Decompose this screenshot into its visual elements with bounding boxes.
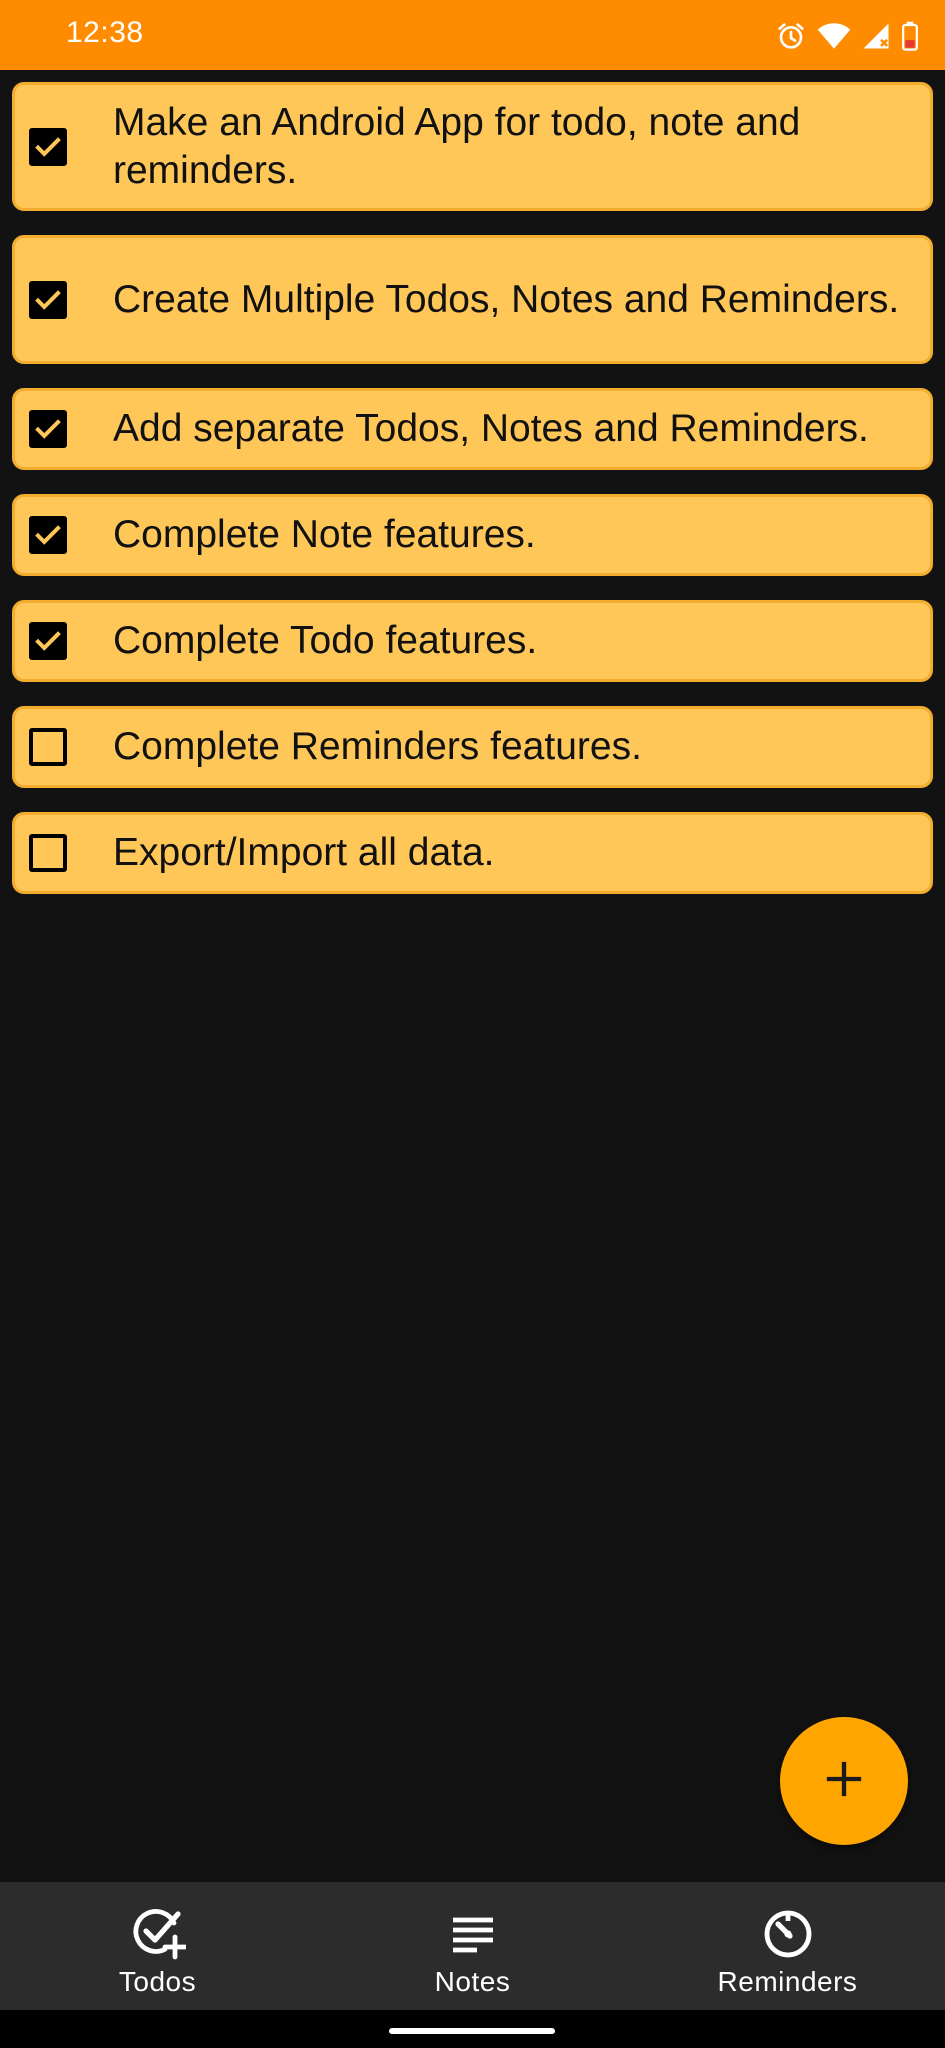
todo-list: Make an Android App for todo, note and r… (12, 82, 933, 918)
checkmark-icon (35, 136, 61, 157)
checkmark-icon (35, 289, 61, 310)
nav-label: Reminders (717, 1966, 858, 1997)
todo-text: Complete Reminders features. (113, 725, 642, 768)
todo-checkbox[interactable] (29, 834, 67, 872)
checkmark-icon (35, 631, 61, 651)
todo-text: Export/Import all data. (113, 831, 495, 874)
todo-checkbox[interactable] (29, 622, 67, 660)
todo-text: Add separate Todos, Notes and Reminders. (113, 407, 869, 450)
nav-item-todos[interactable]: Todos (0, 1882, 315, 2010)
check-circle-add-icon (130, 1904, 186, 1960)
checkmark-icon (35, 525, 61, 545)
todo-item[interactable]: Complete Note features. (12, 494, 933, 576)
notes-lines-icon (445, 1904, 501, 1960)
plus-icon (824, 1759, 864, 1804)
todo-text: Complete Todo features. (113, 619, 538, 662)
todo-checkbox[interactable] (29, 410, 67, 448)
status-time: 12:38 (66, 16, 144, 49)
timer-icon (760, 1904, 816, 1960)
todo-checkbox[interactable] (29, 516, 67, 554)
gesture-navigation-area (0, 2010, 945, 2048)
todo-text: Create Multiple Todos, Notes and Reminde… (113, 277, 900, 321)
status-bar: 12:38 (0, 0, 945, 70)
todo-text: Complete Note features. (113, 513, 536, 556)
todo-item[interactable]: Add separate Todos, Notes and Reminders. (12, 388, 933, 470)
nav-item-notes[interactable]: Notes (315, 1882, 630, 2010)
todo-text: Make an Android App for todo, note and r… (113, 100, 801, 192)
cellular-signal-icon (861, 21, 891, 51)
bottom-navigation: Todos Notes Reminders (0, 1882, 945, 2010)
todo-checkbox[interactable] (29, 728, 67, 766)
checkmark-icon (35, 419, 61, 439)
nav-label: Todos (118, 1966, 197, 1997)
todo-checkbox[interactable] (29, 280, 67, 319)
nav-item-reminders[interactable]: Reminders (630, 1882, 945, 2010)
todo-item[interactable]: Create Multiple Todos, Notes and Reminde… (12, 235, 933, 364)
todo-item[interactable]: Complete Todo features. (12, 600, 933, 682)
status-icons (775, 18, 919, 54)
home-gesture-handle[interactable] (389, 2028, 555, 2034)
nav-label: Notes (434, 1966, 511, 1997)
alarm-icon (775, 20, 807, 52)
add-todo-button[interactable] (780, 1717, 908, 1845)
todo-item[interactable]: Complete Reminders features. (12, 706, 933, 788)
todo-item[interactable]: Export/Import all data. (12, 812, 933, 894)
todo-checkbox[interactable] (29, 127, 67, 166)
wifi-icon (817, 21, 851, 51)
todo-item[interactable]: Make an Android App for todo, note and r… (12, 82, 933, 211)
battery-low-icon (901, 21, 919, 51)
